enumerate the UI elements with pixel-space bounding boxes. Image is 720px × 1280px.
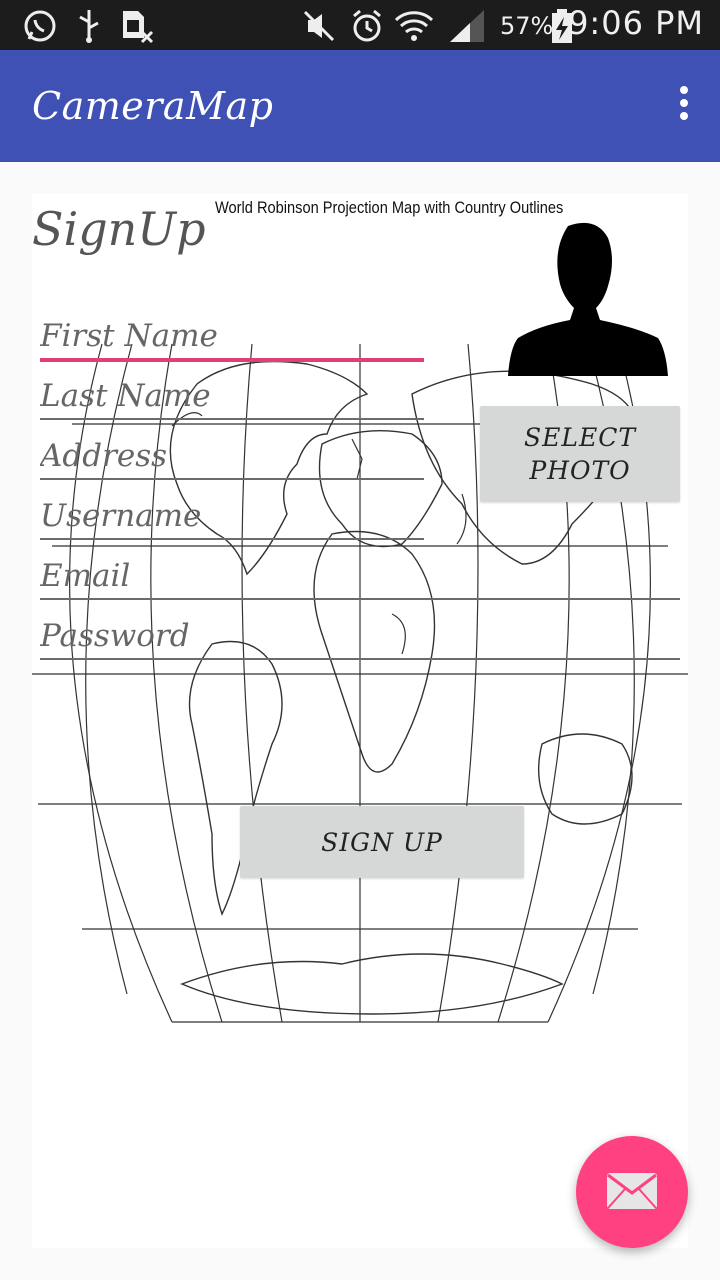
clock: 9:06 PM <box>568 4 704 42</box>
last-name-input[interactable] <box>40 378 424 414</box>
app-bar: CameraMap <box>0 50 720 162</box>
profile-photo-placeholder <box>508 222 668 376</box>
username-field[interactable] <box>40 486 424 540</box>
more-vertical-icon[interactable] <box>676 86 692 126</box>
password-field[interactable] <box>40 606 680 660</box>
address-input[interactable] <box>40 438 424 474</box>
address-field[interactable] <box>40 426 424 480</box>
status-bar: 57% 9:06 PM <box>0 0 720 50</box>
whatsapp-icon <box>24 10 56 42</box>
first-name-field[interactable] <box>40 306 424 362</box>
first-name-input[interactable] <box>40 318 424 354</box>
password-input[interactable] <box>40 618 680 654</box>
usb-icon <box>79 10 99 43</box>
select-photo-label-line1: SELECT <box>523 423 637 452</box>
wifi-icon <box>394 11 434 41</box>
username-input[interactable] <box>40 498 424 534</box>
email-input[interactable] <box>40 558 680 594</box>
signal-icon <box>450 10 484 42</box>
signup-card: World Robinson Projection Map with Count… <box>32 194 688 1248</box>
select-photo-button[interactable]: SELECT PHOTO <box>480 406 680 502</box>
map-caption: World Robinson Projection Map with Count… <box>215 198 564 217</box>
mute-icon <box>303 10 335 42</box>
alarm-icon <box>353 9 381 42</box>
email-field[interactable] <box>40 546 680 600</box>
last-name-field[interactable] <box>40 366 424 420</box>
battery-percent: 57% <box>500 12 554 40</box>
email-icon <box>607 1173 657 1209</box>
sim-card-icon <box>123 11 154 44</box>
email-fab[interactable] <box>576 1136 688 1248</box>
app-title: CameraMap <box>32 84 274 128</box>
page-title: SignUp <box>32 202 206 256</box>
sign-up-button[interactable]: SIGN UP <box>240 806 524 878</box>
select-photo-label-line2: PHOTO <box>529 456 631 485</box>
